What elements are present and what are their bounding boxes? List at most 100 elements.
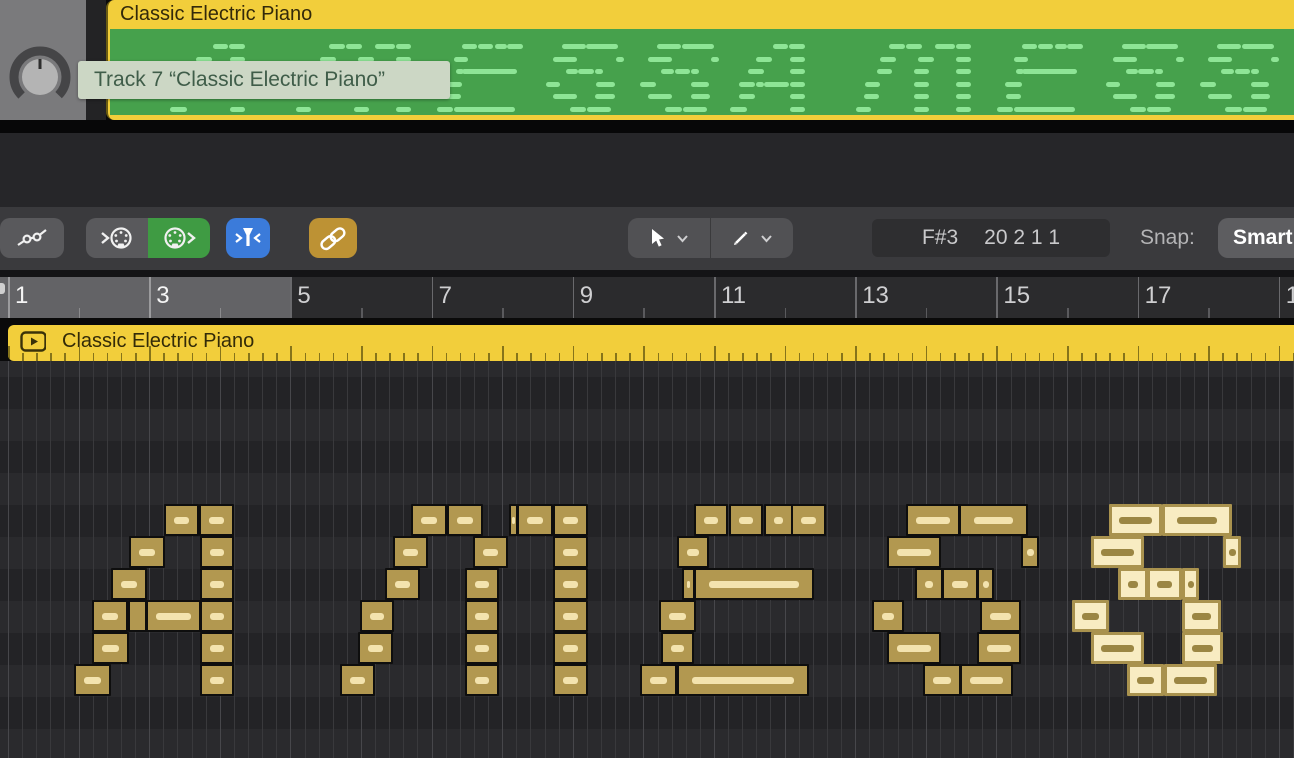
midi-note[interactable] <box>1118 568 1148 600</box>
midi-note[interactable] <box>791 504 826 536</box>
midi-note[interactable] <box>694 504 728 536</box>
midi-note[interactable] <box>1021 536 1039 568</box>
midi-note[interactable] <box>677 536 709 568</box>
play-icon[interactable] <box>20 331 46 352</box>
region-lane-bar[interactable]: Classic Electric Piano <box>8 325 1294 361</box>
note-velocity-dash <box>897 645 931 652</box>
mini-note <box>939 44 955 49</box>
midi-note[interactable] <box>340 664 375 696</box>
midi-note[interactable] <box>465 664 499 696</box>
midi-note[interactable] <box>447 504 483 536</box>
midi-note[interactable] <box>74 664 111 696</box>
position-display[interactable]: F#3 20 2 1 1 <box>872 219 1110 257</box>
midi-note[interactable] <box>694 568 814 600</box>
midi-note[interactable] <box>640 664 677 696</box>
midi-note[interactable] <box>1127 664 1164 696</box>
midi-note[interactable] <box>729 504 763 536</box>
midi-in-button[interactable] <box>86 218 148 258</box>
midi-note[interactable] <box>977 632 1021 664</box>
volume-knob[interactable] <box>2 38 78 114</box>
link-button[interactable] <box>309 218 357 258</box>
midi-note[interactable] <box>980 600 1021 632</box>
note-velocity-dash <box>174 517 189 524</box>
midi-note[interactable] <box>92 600 128 632</box>
midi-note[interactable] <box>517 504 553 536</box>
midi-note[interactable] <box>677 664 809 696</box>
midi-note[interactable] <box>1162 504 1232 536</box>
midi-note[interactable] <box>358 632 393 664</box>
midi-note[interactable] <box>1223 536 1241 568</box>
midi-note[interactable] <box>199 504 234 536</box>
midi-note[interactable] <box>553 536 588 568</box>
midi-out-button[interactable] <box>148 218 210 258</box>
midi-note[interactable] <box>553 504 588 536</box>
mini-note <box>691 82 708 87</box>
midi-note[interactable] <box>200 600 234 632</box>
region-bar-tick <box>996 346 998 361</box>
command-click-tool-menu[interactable] <box>711 218 793 258</box>
region-bar-tick <box>587 353 589 361</box>
midi-note[interactable] <box>465 568 499 600</box>
midi-note[interactable] <box>977 568 994 600</box>
midi-note[interactable] <box>1164 664 1217 696</box>
midi-note[interactable] <box>659 600 696 632</box>
left-click-tool-menu[interactable] <box>628 218 710 258</box>
midi-note[interactable] <box>960 664 1013 696</box>
midi-note[interactable] <box>411 504 447 536</box>
midi-note[interactable] <box>887 632 941 664</box>
ruler-bar-number: 3 <box>156 282 169 310</box>
snap-dropdown[interactable]: Smart <box>1218 218 1294 258</box>
midi-note[interactable] <box>553 664 588 696</box>
midi-note[interactable] <box>129 536 165 568</box>
midi-note[interactable] <box>1182 568 1199 600</box>
grid-line <box>121 361 122 758</box>
midi-note[interactable] <box>200 536 234 568</box>
mini-note <box>1147 107 1171 112</box>
midi-note[interactable] <box>1182 632 1223 664</box>
grid-line <box>446 361 447 758</box>
midi-note[interactable] <box>1109 504 1162 536</box>
pencil-tool-icon <box>732 229 750 247</box>
automation-button[interactable] <box>0 218 64 258</box>
region-bar-tick <box>93 353 95 361</box>
midi-note[interactable] <box>200 632 234 664</box>
midi-note[interactable] <box>1182 600 1221 632</box>
midi-note[interactable] <box>128 600 147 632</box>
midi-note[interactable] <box>465 600 499 632</box>
midi-note[interactable] <box>465 632 499 664</box>
midi-note[interactable] <box>393 536 428 568</box>
piano-roll-grid[interactable] <box>0 361 1294 758</box>
midi-note[interactable] <box>887 536 941 568</box>
midi-note[interactable] <box>92 632 129 664</box>
midi-note[interactable] <box>360 600 394 632</box>
midi-note[interactable] <box>942 568 978 600</box>
note-velocity-dash <box>483 549 498 556</box>
midi-note[interactable] <box>906 504 960 536</box>
mini-note <box>1200 82 1216 87</box>
midi-note[interactable] <box>1072 600 1109 632</box>
mini-note <box>1242 44 1274 49</box>
midi-note[interactable] <box>764 504 793 536</box>
midi-note[interactable] <box>1147 568 1182 600</box>
bar-ruler[interactable]: 135791113151719 <box>0 277 1294 318</box>
midi-note[interactable] <box>553 568 588 600</box>
catch-playhead-button[interactable] <box>226 218 270 258</box>
midi-region[interactable]: Classic Electric Piano <box>106 0 1294 120</box>
midi-note[interactable] <box>553 632 588 664</box>
midi-note[interactable] <box>200 568 234 600</box>
playhead-marker[interactable] <box>0 283 5 294</box>
midi-note[interactable] <box>385 568 420 600</box>
midi-note[interactable] <box>200 664 234 696</box>
midi-note[interactable] <box>872 600 904 632</box>
midi-note[interactable] <box>959 504 1028 536</box>
midi-note[interactable] <box>1091 632 1144 664</box>
midi-note[interactable] <box>111 568 147 600</box>
midi-note[interactable] <box>1091 536 1144 568</box>
midi-note[interactable] <box>923 664 961 696</box>
midi-note[interactable] <box>473 536 508 568</box>
midi-note[interactable] <box>661 632 694 664</box>
midi-note[interactable] <box>164 504 199 536</box>
midi-note[interactable] <box>146 600 201 632</box>
midi-note[interactable] <box>915 568 943 600</box>
midi-note[interactable] <box>553 600 588 632</box>
